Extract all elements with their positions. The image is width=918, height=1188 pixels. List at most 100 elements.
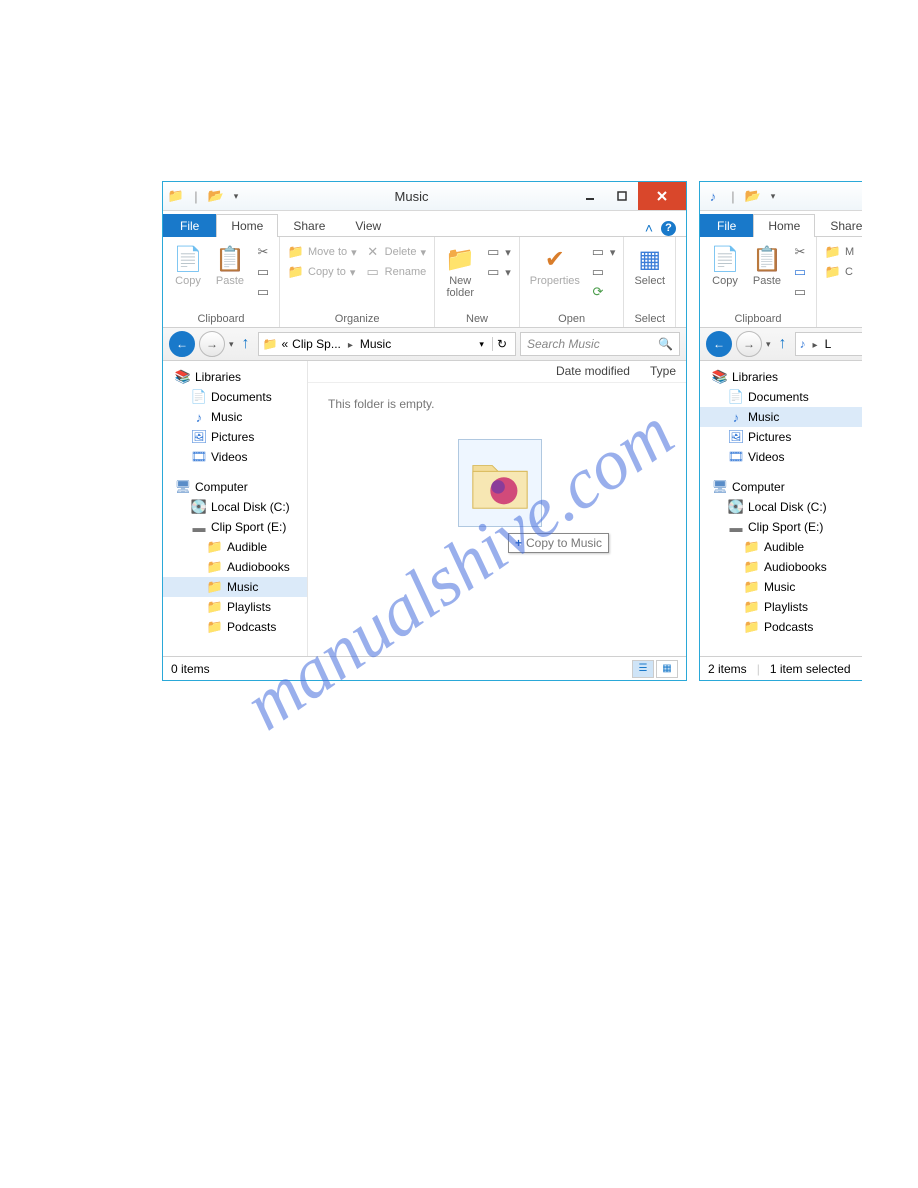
nav-audiobooks[interactable]: 📁Audiobooks — [700, 557, 862, 577]
select-button[interactable]: ▦ Select — [630, 243, 669, 289]
help-icon[interactable]: ? — [661, 221, 676, 236]
tab-file[interactable]: File — [700, 214, 753, 237]
titlebar[interactable]: ♪ | 📂 ▾ M — [700, 182, 862, 211]
nav-audible[interactable]: 📁Audible — [700, 537, 862, 557]
nav-documents[interactable]: 📄Documents — [163, 387, 307, 407]
nav-libraries[interactable]: 📚Libraries — [163, 367, 307, 387]
nav-local-disk[interactable]: 💽Local Disk (C:) — [163, 497, 307, 517]
forward-button[interactable]: → — [199, 331, 225, 357]
delete-button[interactable]: ✕Delete ▾ — [363, 243, 429, 261]
search-input[interactable]: Search Music 🔍 — [520, 332, 680, 356]
explorer-window-2: ♪ | 📂 ▾ M File Home Share 📄 Copy 📋 Paste — [699, 181, 862, 681]
breadcrumb[interactable]: ♪ L — [795, 332, 862, 356]
paste-button[interactable]: 📋 Paste — [748, 243, 786, 289]
cut-icon: ✂ — [255, 244, 271, 260]
up-button[interactable]: ↑ — [775, 335, 791, 353]
breadcrumb[interactable]: 📁 « Clip Sp... Music ▾ ↻ — [258, 332, 516, 356]
cut-button[interactable]: ✂ — [253, 243, 273, 261]
nav-music[interactable]: ♪Music — [163, 407, 307, 427]
breadcrumb-history-icon[interactable]: ▾ — [479, 339, 484, 350]
forward-button[interactable]: → — [736, 331, 762, 357]
nav-playlists[interactable]: 📁Playlists — [700, 597, 862, 617]
cut-button[interactable]: ✂ — [790, 243, 810, 261]
navigation-pane[interactable]: 📚Libraries 📄Documents ♪Music 🖼Pictures 🎞… — [163, 361, 308, 656]
tab-home[interactable]: Home — [216, 214, 278, 237]
window-title: M — [786, 189, 862, 204]
new-folder-button[interactable]: 📁 New folder — [441, 243, 479, 301]
nav-clip-sport[interactable]: ▬Clip Sport (E:) — [163, 517, 307, 537]
col-name[interactable] — [308, 361, 546, 382]
copy-button[interactable]: 📄 Copy — [169, 243, 207, 289]
nav-documents[interactable]: 📄Documents — [700, 387, 862, 407]
breadcrumb-seg-2[interactable]: Music — [360, 337, 391, 351]
edit-button[interactable]: ▭ — [588, 263, 618, 281]
recent-locations-icon[interactable]: ▾ — [229, 339, 234, 350]
column-headers[interactable]: Date modified Type — [308, 361, 686, 383]
nav-music[interactable]: ♪Music — [700, 407, 862, 427]
maximize-button[interactable] — [606, 182, 638, 210]
properties-button[interactable]: ✔ Properties — [526, 243, 584, 289]
new-folder-icon[interactable]: 📂 — [744, 187, 762, 205]
nav-libraries[interactable]: 📚Libraries — [700, 367, 862, 387]
nav-music-folder[interactable]: 📁Music — [700, 577, 862, 597]
select-icon: ▦ — [636, 245, 664, 273]
recent-locations-icon[interactable]: ▾ — [766, 339, 771, 350]
back-button[interactable]: ← — [706, 331, 732, 357]
breadcrumb-seg-1[interactable]: Clip Sp... — [292, 337, 341, 351]
close-button[interactable] — [638, 182, 686, 210]
back-button[interactable]: ← — [169, 331, 195, 357]
open-button[interactable]: ▭▾ — [588, 243, 618, 261]
nav-podcasts[interactable]: 📁Podcasts — [163, 617, 307, 637]
icons-view-button[interactable]: ▦ — [656, 660, 678, 678]
nav-audible[interactable]: 📁Audible — [163, 537, 307, 557]
breadcrumb-seg-1[interactable]: L — [825, 337, 832, 351]
nav-computer[interactable]: 🖥Computer — [163, 477, 307, 497]
moveto-button[interactable]: 📁Move to ▾ — [286, 243, 359, 261]
copy-button[interactable]: 📄 Copy — [706, 243, 744, 289]
col-type[interactable]: Type — [640, 361, 686, 382]
collapse-ribbon-icon[interactable] — [645, 220, 653, 236]
paste-shortcut-button[interactable]: ▭ — [790, 283, 810, 301]
nav-videos[interactable]: 🎞Videos — [700, 447, 862, 467]
paste-button[interactable]: 📋 Paste — [211, 243, 249, 289]
details-view-button[interactable]: ☰ — [632, 660, 654, 678]
status-bar: 0 items ☰ ▦ — [163, 656, 686, 680]
nav-audiobooks[interactable]: 📁Audiobooks — [163, 557, 307, 577]
rename-button[interactable]: ▭Rename — [363, 263, 429, 281]
nav-pictures[interactable]: 🖼Pictures — [700, 427, 862, 447]
nav-pictures[interactable]: 🖼Pictures — [163, 427, 307, 447]
tab-home[interactable]: Home — [753, 214, 815, 237]
up-button[interactable]: ↑ — [238, 335, 254, 353]
nav-music-folder[interactable]: 📁Music — [163, 577, 307, 597]
nav-clip-sport[interactable]: ▬Clip Sport (E:) — [700, 517, 862, 537]
nav-videos[interactable]: 🎞Videos — [163, 447, 307, 467]
new-folder-icon[interactable]: 📂 — [207, 187, 225, 205]
nav-computer[interactable]: 🖥Computer — [700, 477, 862, 497]
col-date[interactable]: Date modified — [546, 361, 640, 382]
new-item-button[interactable]: ▭▾ — [483, 243, 513, 261]
minimize-button[interactable] — [574, 182, 606, 210]
folder-icon: 📁 — [207, 619, 223, 635]
qat-dropdown-icon[interactable]: ▾ — [764, 187, 782, 205]
copyto-button[interactable]: 📁Copy to ▾ — [286, 263, 359, 281]
refresh-button[interactable]: ↻ — [492, 337, 511, 351]
nav-playlists[interactable]: 📁Playlists — [163, 597, 307, 617]
ribbon: 📄 Copy 📋 Paste ✂ ▭ ▭ Clipboard 📁Move to … — [163, 236, 686, 328]
tab-view[interactable]: View — [340, 214, 396, 237]
moveto-button[interactable]: 📁M — [823, 243, 856, 261]
content-pane[interactable]: Date modified Type This folder is empty.… — [308, 361, 686, 656]
titlebar[interactable]: 📁 | 📂 ▾ Music — [163, 182, 686, 211]
easy-access-button[interactable]: ▭▾ — [483, 263, 513, 281]
qat-dropdown-icon[interactable]: ▾ — [227, 187, 245, 205]
history-button[interactable]: ⟳ — [588, 283, 618, 301]
copy-path-button[interactable]: ▭ — [253, 263, 273, 281]
navigation-pane[interactable]: 📚Libraries 📄Documents ♪Music 🖼Pictures 🎞… — [700, 361, 862, 656]
tab-share[interactable]: Share — [278, 214, 340, 237]
nav-podcasts[interactable]: 📁Podcasts — [700, 617, 862, 637]
tab-file[interactable]: File — [163, 214, 216, 237]
nav-local-disk[interactable]: 💽Local Disk (C:) — [700, 497, 862, 517]
copyto-button[interactable]: 📁C — [823, 263, 856, 281]
copy-path-button[interactable]: ▭ — [790, 263, 810, 281]
paste-shortcut-button[interactable]: ▭ — [253, 283, 273, 301]
tab-share[interactable]: Share — [815, 214, 862, 237]
